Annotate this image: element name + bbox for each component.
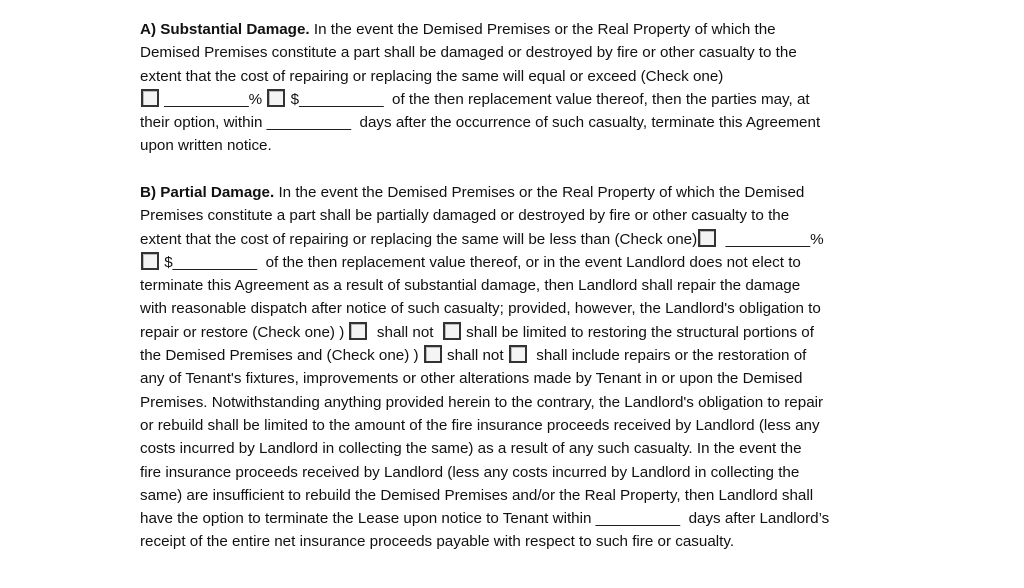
text-line: receipt of the entire net insurance proc… [140, 530, 829, 553]
percent-option-checkbox[interactable] [698, 228, 717, 247]
text-span: their option, within __________ days aft… [140, 114, 821, 132]
text-line: have the option to terminate the Lease u… [140, 507, 829, 530]
text-line: any of Tenant's fixtures, improvements o… [140, 367, 829, 390]
text-line: extent that the cost of repairing or rep… [140, 65, 820, 88]
text-span: __________% [717, 230, 824, 248]
text-line: fire insurance proceeds received by Land… [140, 461, 829, 484]
text-span: $__________ of the then replacement valu… [160, 253, 801, 271]
text-span: have the option to terminate the Lease u… [140, 510, 830, 528]
text-line: __________% $__________ of the then repl… [140, 88, 820, 111]
text-line: B) Partial Damage. In the event the Demi… [140, 181, 829, 204]
text-line: upon written notice. [140, 134, 820, 157]
section-b-partial-damage: B) Partial Damage. In the event the Demi… [140, 181, 829, 554]
shall-be-limited-checkbox[interactable] [442, 321, 461, 340]
text-span: shall not [368, 323, 442, 341]
text-span: with reasonable dispatch after notice of… [140, 300, 821, 318]
text-line: $__________ of the then replacement valu… [140, 251, 829, 274]
text-span: any of Tenant's fixtures, improvements o… [140, 370, 803, 388]
text-span: costs incurred by Landlord in collecting… [140, 440, 802, 458]
text-line: extent that the cost of repairing or rep… [140, 228, 829, 251]
shall-not-checkbox[interactable] [349, 321, 368, 340]
dollar-option-checkbox[interactable] [267, 88, 286, 107]
text-line: Demised Premises constitute a part shall… [140, 41, 820, 64]
text-line: same) are insufficient to rebuild the De… [140, 484, 829, 507]
section-heading: B) Partial Damage. [140, 184, 275, 201]
text-line: terminate this Agreement as a result of … [140, 274, 829, 297]
text-span: repair or restore (Check one) ) [140, 323, 349, 341]
text-line: the Demised Premises and (Check one) ) s… [140, 344, 829, 367]
text-line: or rebuild shall be limited to the amoun… [140, 414, 829, 437]
text-span: same) are insufficient to rebuild the De… [140, 486, 814, 504]
percent-option-checkbox[interactable] [141, 88, 159, 107]
text-span: Premises constitute a part shall be part… [140, 207, 790, 225]
text-span: extent that the cost of repairing or rep… [140, 230, 698, 248]
text-span: upon written notice. [140, 137, 272, 155]
text-span: receipt of the entire net insurance proc… [140, 533, 735, 551]
shall-not-checkbox[interactable] [423, 345, 442, 364]
text-line: Premises. Notwithstanding anything provi… [140, 391, 829, 414]
text-span: shall be limited to restoring the struct… [461, 323, 814, 341]
section-heading: A) Substantial Damage. [140, 21, 310, 38]
text-span: extent that the cost of repairing or rep… [140, 67, 724, 85]
text-span: Premises. Notwithstanding anything provi… [140, 393, 824, 411]
text-span: __________% [160, 90, 267, 108]
text-span: fire insurance proceeds received by Land… [140, 463, 800, 481]
text-span: or rebuild shall be limited to the amoun… [140, 416, 820, 434]
text-line: with reasonable dispatch after notice of… [140, 297, 829, 320]
text-span: In the event the Demised Premises or the… [309, 21, 776, 38]
text-line: A) Substantial Damage. In the event the … [140, 18, 820, 41]
text-line: costs incurred by Landlord in collecting… [140, 437, 829, 460]
text-span: shall not [442, 347, 508, 365]
text-span: Demised Premises constitute a part shall… [140, 44, 797, 62]
dollar-option-checkbox[interactable] [141, 251, 159, 270]
text-span: In the event the Demised Premises or the… [274, 184, 805, 201]
text-span: the Demised Premises and (Check one) ) [140, 347, 423, 365]
text-span: terminate this Agreement as a result of … [140, 277, 801, 295]
text-span: shall include repairs or the restoration… [527, 347, 807, 365]
section-a-substantial-damage: A) Substantial Damage. In the event the … [140, 18, 820, 158]
text-line: their option, within __________ days aft… [140, 111, 820, 134]
text-line: repair or restore (Check one) ) shall no… [140, 321, 829, 344]
shall-include-checkbox[interactable] [508, 345, 527, 364]
text-line: Premises constitute a part shall be part… [140, 204, 829, 227]
text-span: $__________ of the then replacement valu… [286, 90, 810, 108]
